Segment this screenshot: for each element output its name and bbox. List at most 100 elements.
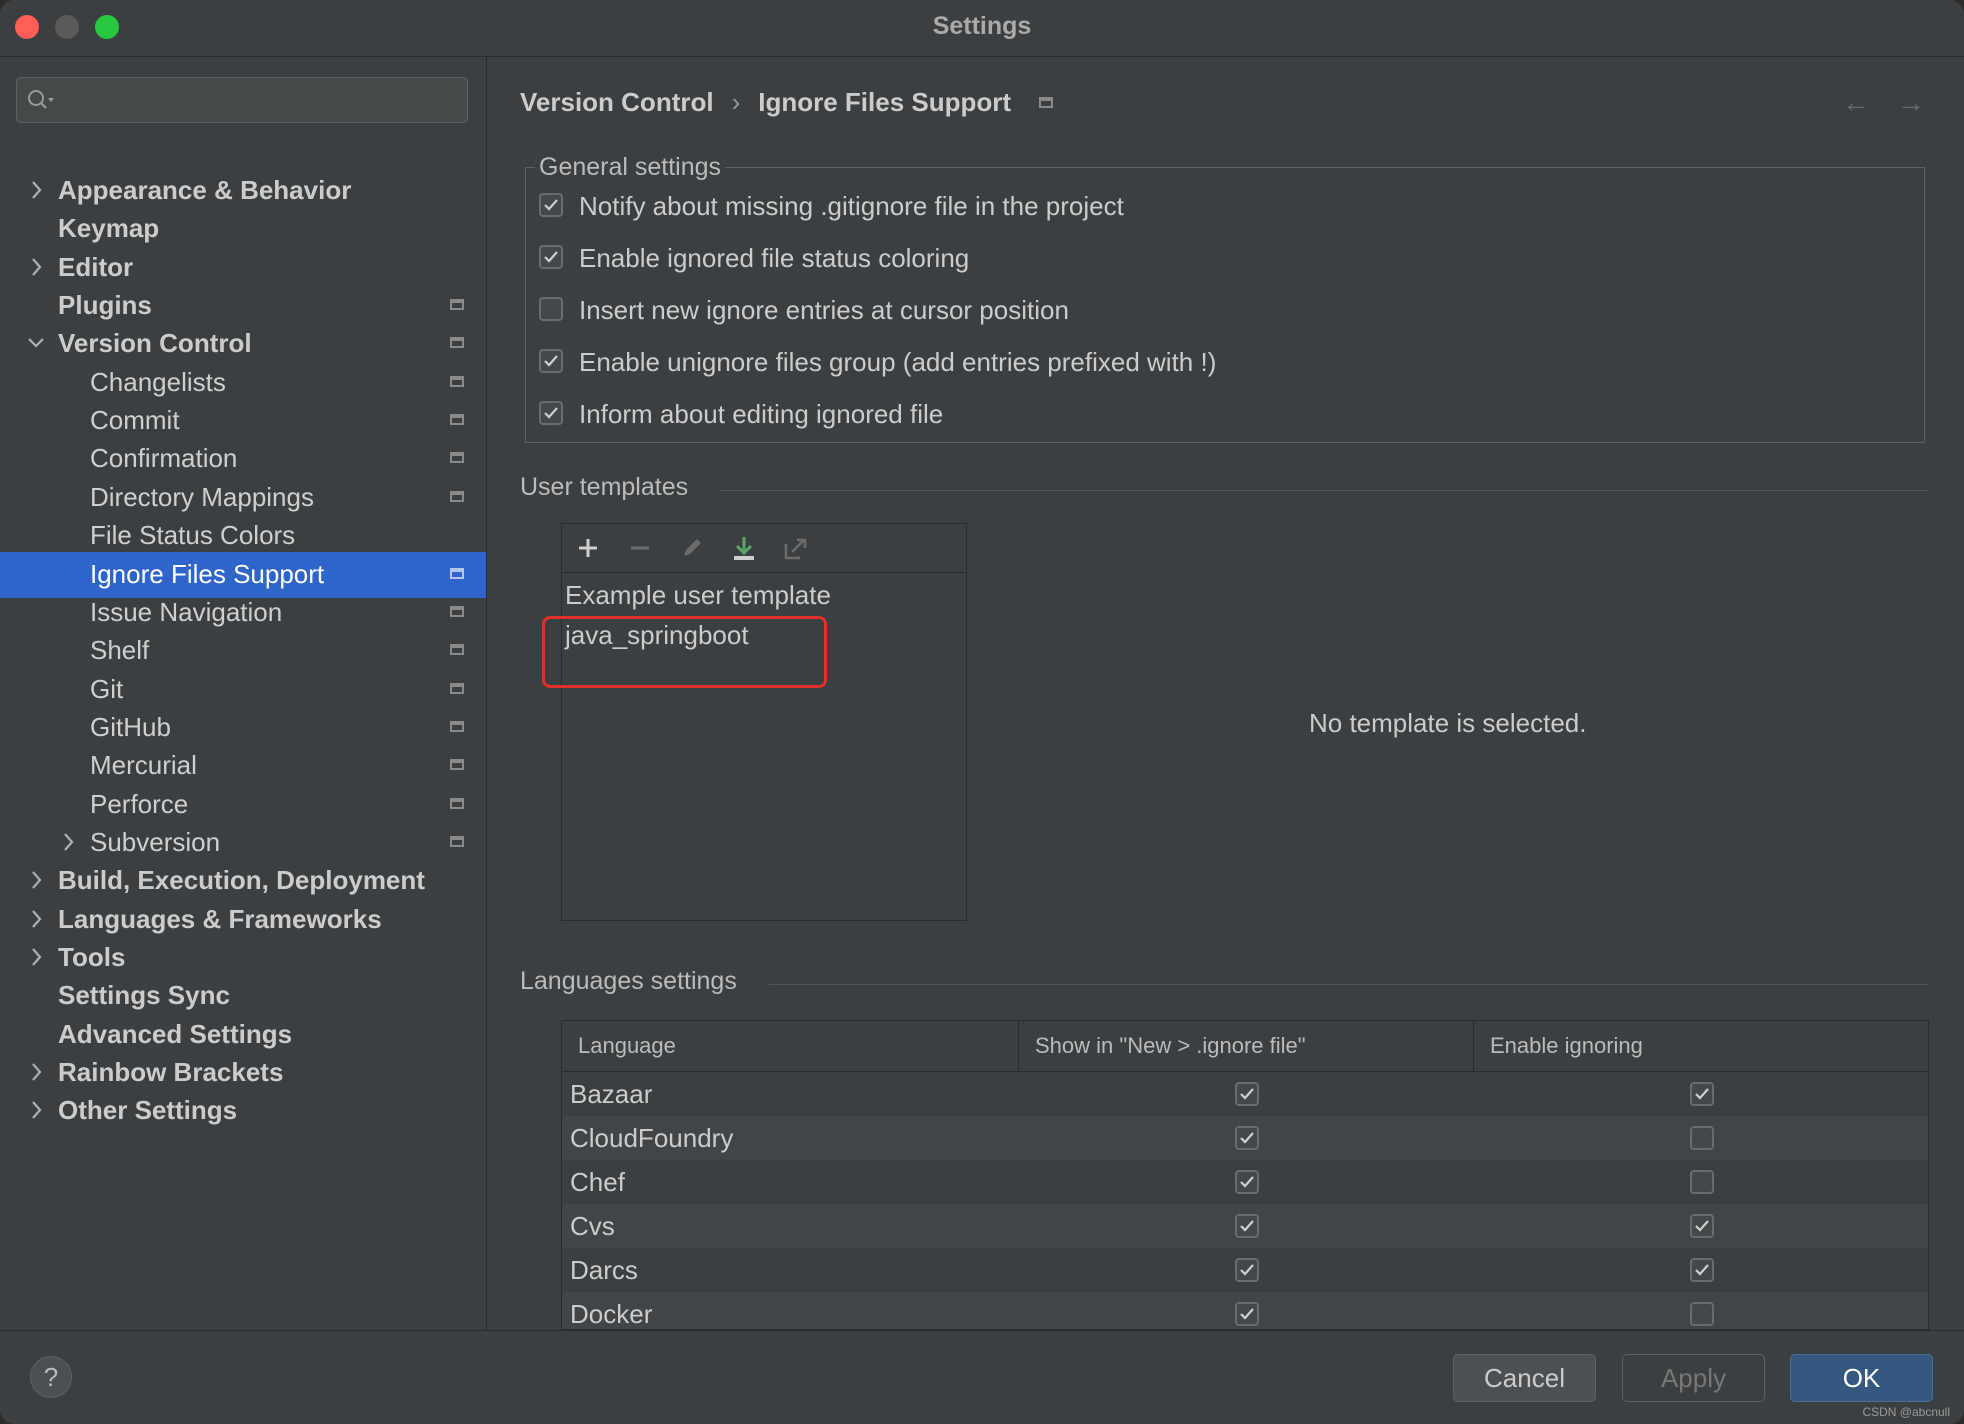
language-name: Chef	[570, 1167, 625, 1197]
table-row[interactable]: Darcs	[562, 1248, 1928, 1292]
language-name: CloudFoundry	[570, 1123, 734, 1153]
chevron-right-icon[interactable]	[58, 831, 78, 853]
annotation-highlight	[542, 616, 827, 688]
checkbox-label[interactable]: Insert new ignore entries at cursor posi…	[579, 295, 1069, 326]
column-header-enable[interactable]: Enable ignoring	[1474, 1021, 1928, 1071]
project-scope-icon	[450, 567, 464, 579]
enable-ignoring-checkbox[interactable]	[1690, 1214, 1714, 1238]
table-row[interactable]: CloudFoundry	[562, 1116, 1928, 1160]
help-button[interactable]: ?	[30, 1356, 72, 1398]
chevron-right-icon[interactable]	[26, 1061, 46, 1083]
chevron-down-icon[interactable]	[26, 332, 46, 354]
checkbox-label[interactable]: Enable unignore files group (add entries…	[579, 347, 1216, 378]
show-in-new-checkbox[interactable]	[1235, 1170, 1259, 1194]
languages-settings-title: Languages settings	[520, 967, 737, 995]
languages-table: Language Show in "New > .ignore file" En…	[561, 1020, 1929, 1330]
enable-ignoring-checkbox[interactable]	[1690, 1258, 1714, 1282]
table-row[interactable]: Bazaar	[562, 1072, 1928, 1116]
sidebar-item-label: Settings Sync	[58, 980, 230, 1011]
chevron-right-icon[interactable]	[26, 179, 46, 201]
chevron-right-icon[interactable]	[26, 908, 46, 930]
language-name: Docker	[570, 1299, 653, 1329]
sidebar-item-label: Perforce	[90, 788, 189, 819]
show-in-new-checkbox[interactable]	[1235, 1126, 1259, 1150]
checkbox[interactable]	[539, 193, 563, 217]
ok-button[interactable]: OK	[1790, 1354, 1933, 1402]
project-scope-icon	[450, 605, 464, 617]
breadcrumb-separator: ›	[731, 86, 741, 117]
show-in-new-checkbox[interactable]	[1235, 1258, 1259, 1282]
project-scope-icon	[450, 490, 464, 502]
title-bar: Settings	[0, 0, 1964, 57]
project-scope-icon	[450, 414, 464, 426]
back-arrow-icon[interactable]: ←	[1842, 87, 1870, 119]
add-icon[interactable]	[572, 532, 604, 564]
show-in-new-checkbox[interactable]	[1235, 1302, 1259, 1326]
project-scope-icon	[450, 759, 464, 771]
export-icon[interactable]	[780, 532, 812, 564]
project-scope-icon	[450, 797, 464, 809]
cancel-button[interactable]: Cancel	[1453, 1354, 1596, 1402]
checkbox[interactable]	[539, 297, 563, 321]
sidebar-item-label: Appearance & Behavior	[58, 175, 352, 205]
sidebar-item-label: Commit	[90, 405, 180, 436]
checkbox[interactable]	[539, 349, 563, 373]
chevron-right-icon[interactable]	[26, 869, 46, 891]
breadcrumb-current: Ignore Files Support	[758, 86, 1012, 117]
breadcrumb-parent[interactable]: Version Control	[520, 87, 714, 118]
user-templates-title: User templates	[520, 473, 689, 501]
column-header-show[interactable]: Show in "New > .ignore file"	[1019, 1021, 1474, 1071]
chevron-right-icon[interactable]	[26, 256, 46, 278]
search-input[interactable]	[16, 77, 468, 123]
column-header-language[interactable]: Language	[562, 1021, 1019, 1071]
template-item[interactable]: Example user template	[565, 580, 831, 611]
project-scope-icon	[450, 452, 464, 464]
table-row[interactable]: Cvs	[562, 1204, 1928, 1248]
checkbox[interactable]	[539, 401, 563, 425]
search-icon	[28, 90, 54, 109]
checkbox-label[interactable]: Notify about missing .gitignore file in …	[579, 191, 1124, 222]
settings-window: Settings Appearance & Behavior Keymap Edit…	[0, 0, 1964, 1424]
chevron-right-icon[interactable]	[26, 1099, 46, 1121]
enable-ignoring-checkbox[interactable]	[1690, 1126, 1714, 1150]
edit-icon[interactable]	[676, 532, 708, 564]
table-row[interactable]: Docker	[562, 1292, 1928, 1329]
checkbox-label[interactable]: Inform about editing ignored file	[579, 399, 943, 430]
language-name: Darcs	[570, 1255, 638, 1285]
enable-ignoring-checkbox[interactable]	[1690, 1082, 1714, 1106]
enable-ignoring-checkbox[interactable]	[1690, 1302, 1714, 1326]
sidebar-item-other-settings[interactable]: Other Settings	[0, 1088, 486, 1134]
checkbox-label[interactable]: Enable ignored file status coloring	[579, 243, 969, 274]
language-name: Cvs	[570, 1211, 615, 1241]
sidebar-item-label: Tools	[58, 942, 126, 972]
templates-toolbar	[562, 524, 966, 573]
sidebar-item-label: GitHub	[90, 711, 171, 742]
checkbox[interactable]	[539, 245, 563, 269]
sidebar-item-label: Advanced Settings	[58, 1018, 293, 1049]
settings-sidebar: Appearance & Behavior Keymap Editor Plugins…	[0, 57, 487, 1330]
sidebar-item-label: Issue Navigation	[90, 596, 283, 627]
forward-arrow-icon[interactable]: →	[1897, 87, 1925, 119]
project-scope-icon	[450, 337, 464, 349]
languages-divider	[769, 984, 1929, 985]
remove-icon[interactable]	[624, 532, 656, 564]
table-row[interactable]: Chef	[562, 1160, 1928, 1204]
import-icon[interactable]	[728, 532, 760, 564]
enable-ignoring-checkbox[interactable]	[1690, 1170, 1714, 1194]
sidebar-item-label: Directory Mappings	[90, 481, 314, 512]
project-scope-icon	[450, 682, 464, 694]
breadcrumb: Version Control › Ignore Files Support	[520, 85, 1054, 118]
chevron-right-icon[interactable]	[26, 946, 46, 968]
sidebar-item-label: Rainbow Brackets	[58, 1057, 284, 1088]
project-scope-icon	[450, 375, 464, 387]
project-scope-icon	[450, 720, 464, 732]
show-in-new-checkbox[interactable]	[1235, 1214, 1259, 1238]
show-in-new-checkbox[interactable]	[1235, 1082, 1259, 1106]
sidebar-item-label: Languages & Frameworks	[58, 903, 382, 934]
sidebar-item-label: Mercurial	[90, 750, 197, 781]
settings-content: Version Control › Ignore Files Support ← →…	[487, 57, 1964, 1330]
user-templates-list[interactable]: Example user template java_springboot	[561, 523, 967, 921]
sidebar-item-label: Build, Execution, Deployment	[58, 865, 425, 896]
apply-button[interactable]: Apply	[1622, 1354, 1765, 1402]
language-name: Bazaar	[570, 1079, 653, 1109]
